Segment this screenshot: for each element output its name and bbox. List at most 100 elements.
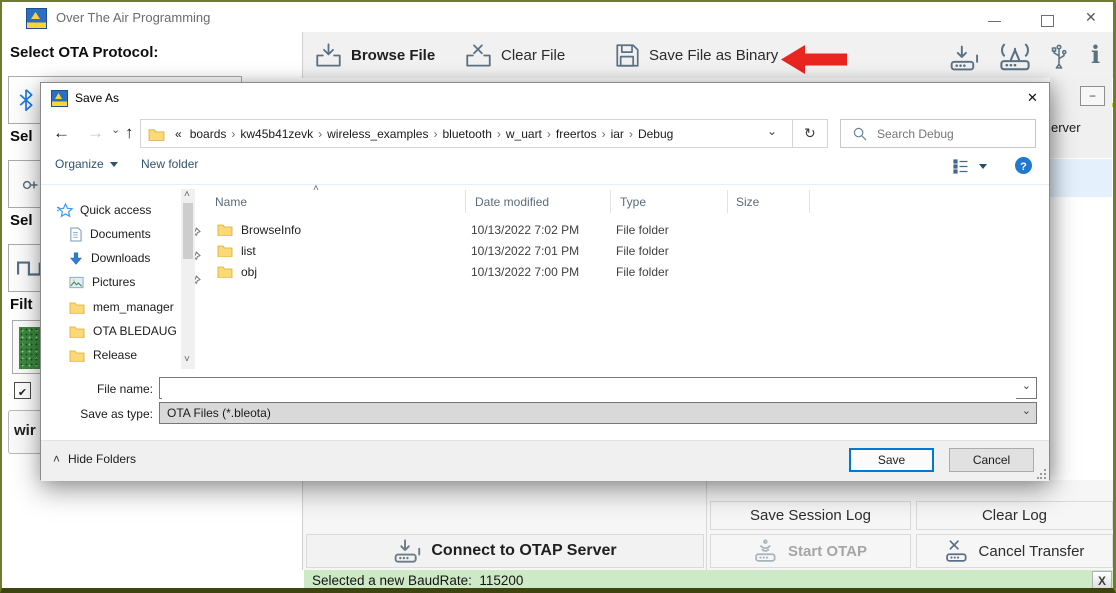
cancel-transfer-button[interactable]: Cancel Transfer — [916, 534, 1113, 568]
column-header-name[interactable]: Name — [215, 195, 247, 209]
save-button[interactable]: Save — [849, 448, 934, 472]
help-icon[interactable]: ? — [1015, 157, 1032, 174]
sidebar-item-release[interactable]: Release — [69, 344, 137, 366]
save-as-type-select[interactable]: OTA Files (*.bleota) ⌄ — [159, 402, 1037, 424]
minimize-icon[interactable] — [988, 21, 1001, 22]
connect-otap-button[interactable]: Connect to OTAP Server — [306, 534, 704, 568]
folder-icon — [69, 325, 85, 338]
usb-icon[interactable] — [1048, 41, 1070, 73]
cancel-transfer-label: Cancel Transfer — [979, 543, 1085, 560]
download-arrow-icon — [69, 251, 83, 266]
column-header-type[interactable]: Type — [620, 195, 646, 209]
organize-button[interactable]: Organize — [55, 157, 118, 171]
column-header-size[interactable]: Size — [736, 195, 759, 209]
selected-row-fragment — [1050, 159, 1112, 197]
breadcrumb-dropdown-icon[interactable]: ⌄ — [767, 124, 777, 138]
table-row[interactable]: BrowseInfo 10/13/2022 7:02 PM File folde… — [211, 219, 831, 240]
file-name-input[interactable] — [162, 379, 1016, 399]
close-icon[interactable]: ✕ — [1085, 9, 1097, 26]
breadcrumb-item[interactable]: w_uart — [502, 127, 546, 141]
file-date: 10/13/2022 7:01 PM — [471, 244, 616, 258]
sidebar-item-quick-access[interactable]: Quick access — [57, 199, 151, 221]
forward-icon[interactable]: → — [87, 123, 104, 143]
view-dropdown-icon[interactable] — [979, 164, 987, 169]
breadcrumb-item[interactable]: kw45b41zevk — [236, 127, 317, 141]
search-icon — [853, 127, 867, 141]
breadcrumb-item[interactable]: wireless_examples — [323, 127, 432, 141]
sidebar-item-downloads[interactable]: Downloads — [69, 247, 181, 269]
clear-log-button[interactable]: Clear Log — [916, 501, 1113, 530]
divider — [809, 190, 810, 213]
table-row[interactable]: list 10/13/2022 7:01 PM File folder — [211, 240, 831, 261]
hide-folders-button[interactable]: ˄ Hide Folders — [53, 452, 136, 466]
save-as-type-dropdown-icon: ⌄ — [1022, 404, 1031, 417]
scroll-down-icon[interactable]: ˅ — [184, 354, 190, 365]
browse-file-button[interactable]: Browse File — [315, 38, 435, 72]
bluetooth-icon — [18, 85, 34, 115]
select-label-fragment: Sel — [10, 212, 33, 229]
clear-file-icon — [465, 43, 492, 68]
info-icon[interactable]: i — [1091, 40, 1100, 69]
start-otap-button[interactable]: Start OTAP — [710, 534, 911, 568]
sidebar-scrollbar[interactable]: ˄ ˅ — [181, 189, 195, 369]
save-session-log-button[interactable]: Save Session Log — [710, 501, 911, 530]
sidebar-item-label: Downloads — [91, 251, 150, 265]
dialog-title: Save As — [75, 91, 119, 105]
start-otap-icon — [754, 539, 780, 563]
status-close-button[interactable]: X — [1092, 571, 1112, 590]
resize-grip[interactable] — [1037, 469, 1046, 478]
sidebar-item-label: Pictures — [92, 275, 135, 289]
nav-history-chevron-icon[interactable]: ⌄ — [111, 123, 120, 136]
file-type: File folder — [616, 244, 732, 258]
table-row[interactable]: obj 10/13/2022 7:00 PM File folder — [211, 261, 831, 282]
search-box[interactable] — [840, 119, 1036, 148]
file-name-field-wrap[interactable]: ⌄ — [159, 377, 1037, 399]
breadcrumb-item[interactable]: freertos — [552, 127, 601, 141]
save-as-type-label: Save as type: — [41, 407, 153, 421]
new-folder-button[interactable]: New folder — [141, 157, 198, 171]
save-binary-label: Save File as Binary — [649, 47, 778, 64]
view-list-icon[interactable] — [953, 159, 969, 174]
sidebar-item-documents[interactable]: Documents — [69, 223, 181, 245]
back-icon[interactable]: ← — [53, 123, 70, 143]
checkbox[interactable]: ✔ — [14, 382, 31, 399]
sidebar-item-pictures[interactable]: Pictures — [69, 271, 181, 293]
sidebar-item-ota-bledaug[interactable]: OTA BLEDAUG — [69, 320, 177, 342]
breadcrumb-item[interactable]: bluetooth — [438, 127, 495, 141]
dialog-close-icon[interactable]: ✕ — [1027, 90, 1038, 106]
clear-file-button[interactable]: Clear File — [465, 38, 565, 72]
help-glyph: ? — [1020, 161, 1027, 173]
collapse-button[interactable]: − — [1080, 86, 1105, 106]
bottom-panel: Save Session Log Clear Log Connect to OT… — [302, 480, 1116, 570]
breadcrumb[interactable]: « boards › kw45b41zevk › wireless_exampl… — [140, 119, 828, 148]
window-titlebar: Over The Air Programming ✕ — [2, 2, 1113, 32]
window-title: Over The Air Programming — [56, 10, 210, 25]
pictures-icon — [69, 276, 84, 289]
otap-server-icon[interactable] — [993, 42, 1037, 72]
select-protocol-label: Select OTA Protocol: — [10, 44, 158, 61]
breadcrumb-collapsed[interactable]: « — [171, 127, 186, 141]
status-close-label: X — [1098, 574, 1106, 588]
status-message: Selected a new BaudRate: 115200 — [312, 573, 523, 588]
flash-device-icon[interactable] — [947, 44, 983, 72]
save-binary-icon — [615, 43, 640, 68]
search-input[interactable] — [875, 126, 1019, 142]
dialog-footer: ˄ Hide Folders Save Cancel — [41, 440, 1049, 481]
breadcrumb-item[interactable]: Debug — [634, 127, 677, 141]
dialog-titlebar: Save As ✕ — [41, 83, 1049, 113]
maximize-icon[interactable] — [1041, 15, 1054, 27]
breadcrumb-item[interactable]: iar — [607, 127, 628, 141]
browse-file-icon — [315, 43, 342, 68]
sidebar-item-mem-manager[interactable]: mem_manager — [69, 296, 174, 318]
red-arrow-icon — [781, 45, 847, 74]
refresh-icon[interactable]: ↻ — [804, 125, 816, 142]
scroll-up-icon[interactable]: ˄ — [184, 189, 190, 200]
scrollbar-thumb[interactable] — [183, 203, 193, 259]
cancel-button[interactable]: Cancel — [949, 448, 1034, 472]
minus-icon: − — [1089, 89, 1096, 103]
column-header-date[interactable]: Date modified — [475, 195, 549, 209]
file-name-dropdown-icon[interactable]: ⌄ — [1022, 379, 1031, 392]
breadcrumb-item[interactable]: boards — [186, 127, 231, 141]
save-file-as-binary-button[interactable]: Save File as Binary — [615, 38, 778, 72]
up-icon[interactable]: ↑ — [125, 123, 134, 143]
